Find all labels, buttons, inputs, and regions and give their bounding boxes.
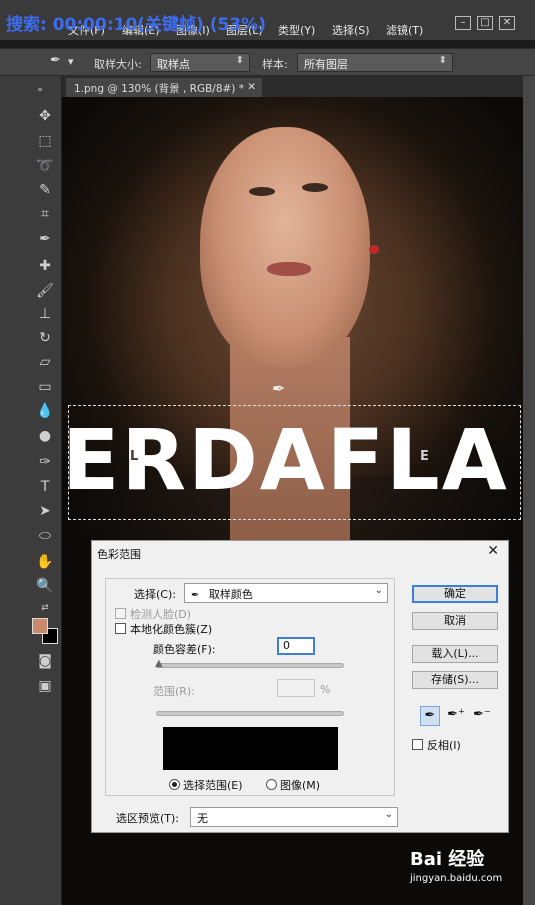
close-icon[interactable]: ✕ — [247, 81, 256, 93]
menu-filter[interactable]: 滤镜(T) — [386, 22, 423, 38]
radio-image-label: 图像(M) — [280, 779, 321, 792]
selection-preview — [163, 727, 338, 770]
selection-preview-value: 无 — [197, 812, 208, 825]
eyedropper-plus-icon[interactable]: ✒⁺ — [446, 706, 466, 726]
options-bar: ✒ ▾ 取样大小: 取样点 ⬍ 样本: 所有图层 ⬍ — [0, 48, 535, 76]
eyedropper-cursor-icon: ✒ — [272, 379, 286, 398]
photo-eye-right — [302, 183, 328, 192]
right-panel-strip — [523, 76, 535, 905]
quick-mask-icon[interactable]: ◙ — [35, 651, 55, 671]
detect-faces-checkbox[interactable] — [115, 608, 126, 619]
sample-select[interactable]: 所有图层 ⬍ — [297, 53, 453, 72]
swap-colors-icon[interactable]: ⇄ — [35, 598, 55, 618]
foreground-color-swatch[interactable] — [32, 618, 48, 634]
radio-image[interactable] — [266, 779, 277, 790]
zoom-tool-icon[interactable]: 🔍 — [35, 576, 55, 596]
color-range-dialog: 色彩范围 ✕ 选择(C): ✒ 取样颜色 ⌄ 检测人脸(D) 本地化颜色簇(Z)… — [91, 540, 509, 833]
fuzziness-value: 0 — [283, 639, 290, 652]
updown-icon: ⬍ — [438, 55, 447, 66]
load-button[interactable]: 载入(L)... — [412, 645, 498, 663]
marquee-tool-icon[interactable]: ⬚ — [35, 131, 55, 151]
collapse-icon[interactable]: » — [30, 80, 50, 100]
photo-earring — [369, 245, 379, 254]
chevron-down-icon: ⌄ — [374, 585, 383, 596]
invert-checkbox[interactable] — [412, 739, 423, 750]
selection-marquee — [68, 405, 521, 520]
photo-face — [200, 127, 370, 367]
pen-tool-icon[interactable]: ✑ — [35, 452, 55, 472]
dialog-title: 色彩范围 — [97, 548, 141, 561]
sample-value: 所有图层 — [304, 58, 348, 71]
slider-thumb-icon[interactable]: ▲ — [155, 658, 163, 669]
select-label: 选择(C): — [134, 588, 176, 601]
sample-size-select[interactable]: 取样点 ⬍ — [150, 53, 250, 72]
sample-size-value: 取样点 — [157, 58, 190, 71]
history-brush-tool-icon[interactable]: ↻ — [35, 328, 55, 348]
fuzziness-label: 颜色容差(F): — [153, 643, 216, 656]
localized-clusters-label: 本地化颜色簇(Z) — [130, 623, 213, 636]
maximize-button[interactable]: □ — [477, 16, 493, 30]
radio-selection-label: 选择范围(E) — [183, 779, 243, 792]
watermark-url: jingyan.baidu.com — [410, 873, 503, 884]
minimize-button[interactable]: – — [455, 16, 471, 30]
dodge-tool-icon[interactable]: ● — [35, 426, 55, 446]
move-tool-icon[interactable]: ✥ — [35, 106, 55, 126]
cancel-button[interactable]: 取消 — [412, 612, 498, 630]
brush-tool-icon[interactable]: 🖌 — [35, 281, 55, 301]
video-search-overlay: 搜索: 00:00:10(关键帧) (53%) — [6, 15, 266, 35]
range-input[interactable] — [277, 679, 315, 697]
eyedropper-icon[interactable]: ✒ — [50, 53, 61, 68]
type-tool-icon[interactable]: T — [35, 477, 55, 497]
shape-tool-icon[interactable]: ⬭ — [35, 526, 55, 546]
toolbox: » ✥ ⬚ ➰ ✎ ⌗ ✒ ✚ 🖌 ⊥ ↻ ▱ ▭ 💧 ● ✑ T ➤ ⬭ ✋ … — [0, 76, 62, 905]
range-unit: % — [320, 683, 331, 696]
range-slider[interactable] — [156, 711, 344, 716]
document-tab[interactable]: 1.png @ 130% (背景 , RGB/8#) * ✕ — [66, 78, 262, 97]
healing-brush-tool-icon[interactable]: ✚ — [35, 256, 55, 276]
eyedropper-icon: ✒ — [191, 590, 200, 601]
baidu-watermark: Bai 经验 jingyan.baidu.com — [410, 845, 502, 884]
save-button[interactable]: 存储(S)... — [412, 671, 498, 689]
chevron-down-icon: ⌄ — [384, 809, 393, 820]
gradient-tool-icon[interactable]: ▭ — [35, 377, 55, 397]
quick-select-tool-icon[interactable]: ✎ — [35, 180, 55, 200]
eyedropper-tool-icon[interactable]: ✒ — [35, 229, 55, 249]
sample-label: 样本: — [262, 58, 288, 71]
document-tab-bar: 1.png @ 130% (背景 , RGB/8#) * ✕ — [62, 76, 535, 97]
localized-clusters-checkbox[interactable] — [115, 623, 126, 634]
blur-tool-icon[interactable]: 💧 — [35, 401, 55, 421]
lasso-tool-icon[interactable]: ➰ — [35, 156, 55, 176]
range-label: 范围(R): — [153, 685, 195, 698]
close-icon[interactable]: ✕ — [487, 543, 499, 559]
close-window-button[interactable]: ✕ — [499, 16, 515, 30]
sample-size-label: 取样大小: — [94, 58, 142, 71]
selection-preview-dropdown[interactable]: 无 ⌄ — [190, 807, 398, 827]
radio-selection[interactable] — [169, 779, 180, 790]
photo-eye-left — [249, 187, 275, 196]
watermark-brand: Bai 经验 — [410, 849, 485, 870]
settings-group: 选择(C): ✒ 取样颜色 ⌄ 检测人脸(D) 本地化颜色簇(Z) 颜色容差(F… — [105, 578, 395, 796]
screen-mode-icon[interactable]: ▣ — [35, 676, 55, 696]
selection-preview-label: 选区预览(T): — [116, 812, 180, 825]
fuzziness-slider[interactable] — [156, 663, 344, 668]
ok-button[interactable]: 确定 — [412, 585, 498, 603]
select-dropdown[interactable]: ✒ 取样颜色 ⌄ — [184, 583, 388, 603]
eyedropper-icon[interactable]: ✒ — [420, 706, 440, 726]
path-select-tool-icon[interactable]: ➤ — [35, 501, 55, 521]
eraser-tool-icon[interactable]: ▱ — [35, 352, 55, 372]
stamp-tool-icon[interactable]: ⊥ — [35, 304, 55, 324]
document-tab-title: 1.png @ 130% (背景 , RGB/8#) * — [74, 83, 244, 95]
eyedropper-minus-icon[interactable]: ✒⁻ — [472, 706, 492, 726]
chevron-down-icon[interactable]: ▾ — [68, 55, 74, 68]
invert-label: 反相(I) — [427, 739, 461, 752]
updown-icon: ⬍ — [235, 55, 244, 66]
select-value: 取样颜色 — [208, 588, 253, 601]
menu-type[interactable]: 类型(Y) — [278, 22, 315, 38]
crop-tool-icon[interactable]: ⌗ — [35, 204, 55, 224]
menu-select[interactable]: 选择(S) — [332, 22, 370, 38]
hand-tool-icon[interactable]: ✋ — [35, 552, 55, 572]
fuzziness-input[interactable]: 0 — [277, 637, 315, 655]
detect-faces-label: 检测人脸(D) — [130, 608, 192, 621]
photo-lips — [267, 262, 311, 276]
